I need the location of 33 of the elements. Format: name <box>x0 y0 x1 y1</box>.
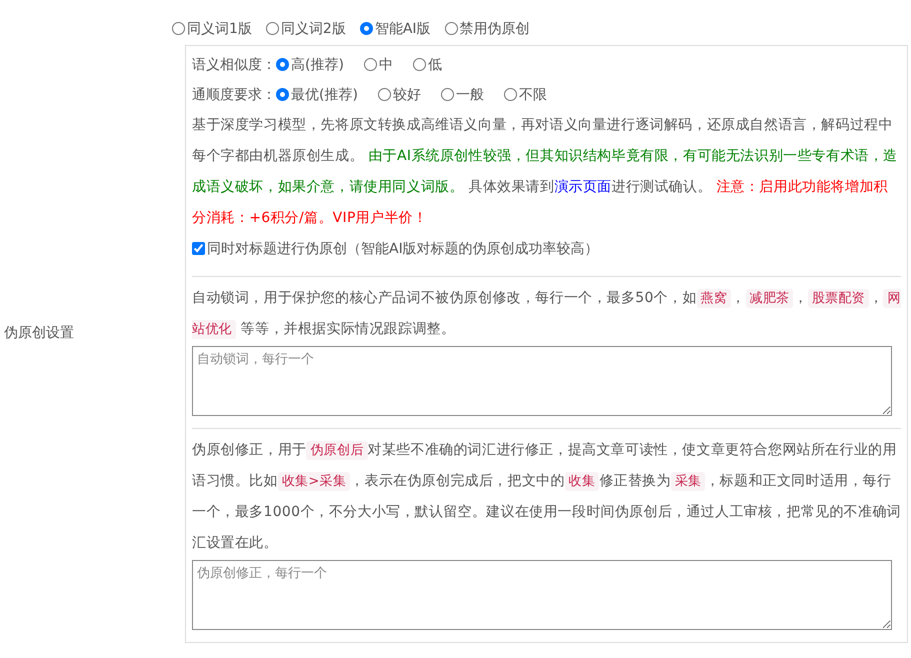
radio-button[interactable] <box>444 22 458 35</box>
field-label: 通顺度要求： <box>192 86 276 104</box>
radio-label: 同义词1版 <box>187 20 252 38</box>
radio-button[interactable] <box>364 58 377 71</box>
corrections-field[interactable]: 伪原创修正，每行一个 <box>192 560 892 630</box>
radio-label: 一般 <box>456 86 484 104</box>
settings-label: 伪原创设置 <box>3 324 75 342</box>
radio-label: 低 <box>428 56 442 74</box>
description-text: 基于深度学习模型，先将原文转换成高维语义向量，再对语义向量进行逐词解码，还原成自然语言，解码过程中每个字都由机器原创生成。 由于AI系统原创性较强，但其知识结构毕竟有限，有可能无法识别一些专有术语，造成语义破坏，如果介意，请使用同义词版。 具体效果请到演示页面进行测试确认。 注意：启用此功能将增加积分消耗：+6积分/篇。VIP用户半价！ <box>192 116 898 228</box>
radio-label: 中 <box>378 56 393 74</box>
radio-button[interactable] <box>172 22 185 35</box>
demo-page-link[interactable]: 演示页面 <box>554 178 612 194</box>
description-text: 伪原创修正，用于 伪原创后 对某些不准确的词汇进行修正，提高文章可读性，使文章更符合您网站所在行业的用语习惯。比如 收集>采集 ，表示在伪原创完成后，把文中的 收集 修正替换为 采集 ，标题和正文同时适用，每行一个，最多1000个，不分大小写，默认留空。建议在使用一段时间伪原创后，通过人工审核，把常见的不准确词汇设置在此。 <box>192 440 901 552</box>
radio-label: 较好 <box>392 86 421 104</box>
radio-button[interactable] <box>276 58 289 71</box>
radio-label: 同义词2版 <box>280 20 346 38</box>
radio-button[interactable] <box>504 88 517 101</box>
lock-words-field[interactable]: 自动锁词，每行一个 <box>192 346 892 416</box>
radio-button[interactable] <box>412 58 426 71</box>
radio-label: 智能AI版 <box>374 20 431 38</box>
checkbox-label: 同时对标题进行伪原创（智能AI版对标题的伪原创成功率较高） <box>207 240 599 258</box>
radio-label: 禁用伪原创 <box>460 20 530 38</box>
radio-label: 不限 <box>518 86 547 104</box>
radio-button[interactable] <box>266 22 279 35</box>
description-text: 自动锁词，用于保护您的核心产品词不被伪原创修改，每行一个，最多50个，如 燕窝 ， 减肥茶 ， 股票配资 ， 网站优化 等等，并根据实际情况跟踪调整。 <box>192 288 901 340</box>
field-label: 语义相似度： <box>192 56 276 74</box>
radio-button[interactable] <box>378 88 391 101</box>
radio-button[interactable] <box>440 88 454 101</box>
checkbox[interactable] <box>192 242 205 255</box>
radio-button[interactable] <box>360 22 373 35</box>
radio-label: 高(推荐) <box>291 56 344 74</box>
radio-label: 最优(推荐) <box>291 86 358 104</box>
radio-button[interactable] <box>276 88 289 101</box>
